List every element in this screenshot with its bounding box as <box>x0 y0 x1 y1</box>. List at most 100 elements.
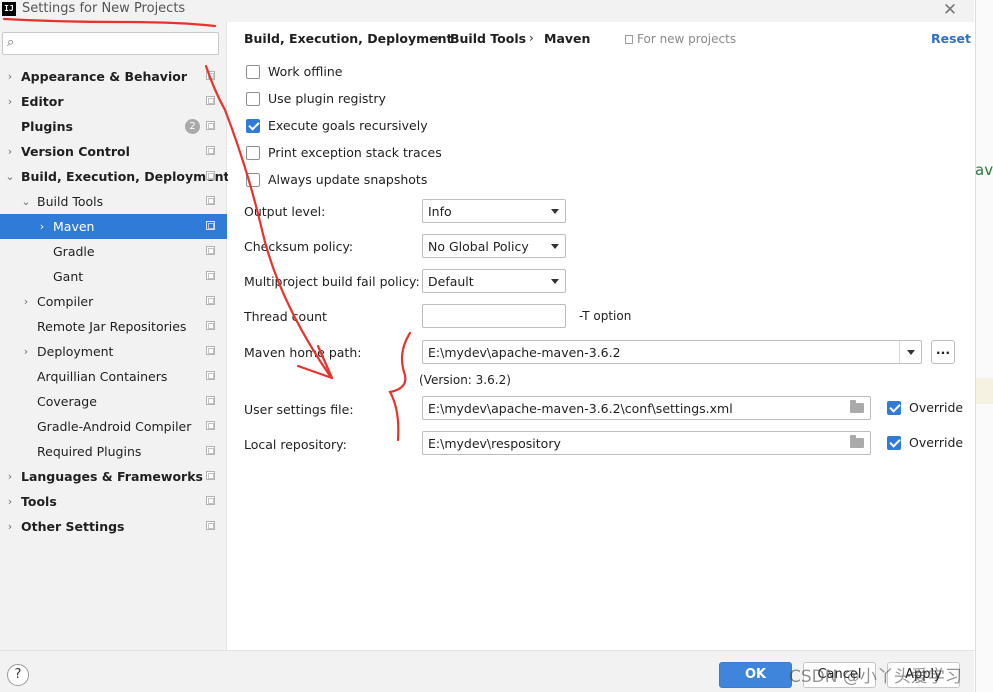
project-scope-icon <box>206 321 215 330</box>
output-level-label: Output level: <box>244 204 326 219</box>
tree-item-other-settings[interactable]: › Other Settings <box>0 514 227 539</box>
thread-count-hint: -T option <box>579 309 632 323</box>
local-repository-override-checkbox[interactable] <box>887 436 901 450</box>
tree-item-editor[interactable]: › Editor <box>0 89 227 114</box>
close-icon[interactable]: ✕ <box>940 0 960 20</box>
project-scope-icon <box>206 171 215 180</box>
chevron-right-icon[interactable]: › <box>4 489 16 514</box>
chevron-right-icon[interactable]: › <box>4 464 16 489</box>
tree-item-maven[interactable]: › Maven <box>0 214 227 239</box>
tree-item-tools[interactable]: › Tools <box>0 489 227 514</box>
output-level-select[interactable]: Info <box>422 199 566 223</box>
watermark: CSDN @小丫头爱学习 <box>789 667 962 687</box>
background-editor <box>975 0 993 692</box>
chevron-right-icon[interactable]: › <box>4 64 16 89</box>
maven-settings-panel: Build, Execution, Deployment › Build Too… <box>228 22 974 650</box>
project-scope-icon <box>206 396 215 405</box>
tree-item-label: Gradle-Android Compiler <box>37 419 192 434</box>
folder-icon[interactable] <box>850 435 864 448</box>
breadcrumb-separator: › <box>435 31 440 45</box>
background-highlight <box>976 378 993 404</box>
chevron-right-icon[interactable]: › <box>36 214 48 239</box>
tree-item-build-tools[interactable]: ⌄ Build Tools <box>0 189 227 214</box>
breadcrumb-build-execution-deployment[interactable]: Build, Execution, Deployment <box>244 31 452 46</box>
ok-button[interactable]: OK <box>719 662 792 688</box>
tree-item-gradle[interactable]: Gradle <box>0 239 227 264</box>
help-icon[interactable]: ? <box>7 664 29 686</box>
breadcrumb-build-tools[interactable]: Build Tools <box>450 31 526 46</box>
tree-item-label: Version Control <box>21 144 130 159</box>
chevron-down-icon[interactable]: ⌄ <box>20 189 32 214</box>
tree-item-compiler[interactable]: › Compiler <box>0 289 227 314</box>
dropdown-arrow-icon[interactable] <box>899 341 921 363</box>
tree-item-gant[interactable]: Gant <box>0 264 227 289</box>
chevron-down-icon[interactable]: ⌄ <box>4 164 16 189</box>
project-scope-icon <box>206 471 215 480</box>
chevron-right-icon[interactable]: › <box>20 339 32 364</box>
background-editor-text: av <box>975 161 993 179</box>
reset-link[interactable]: Reset <box>931 31 971 46</box>
tree-item-languages-frameworks[interactable]: › Languages & Frameworks <box>0 464 227 489</box>
thread-count-input[interactable] <box>422 304 566 328</box>
chevron-right-icon[interactable]: › <box>20 289 32 314</box>
scope-text: For new projects <box>637 32 737 46</box>
tree-item-version-control[interactable]: › Version Control <box>0 139 227 164</box>
tree-item-coverage[interactable]: Coverage <box>0 389 227 414</box>
chevron-right-icon[interactable]: › <box>4 514 16 539</box>
tree-item-label: Gradle <box>53 244 95 259</box>
tree-item-appearance-behavior[interactable]: › Appearance & Behavior <box>0 64 227 89</box>
settings-tree: › Appearance & Behavior › Editor Plugins… <box>0 64 229 539</box>
chevron-right-icon[interactable]: › <box>4 139 16 164</box>
folder-icon[interactable] <box>850 400 864 413</box>
tree-item-label: Compiler <box>37 294 94 309</box>
fail-policy-select[interactable]: Default <box>422 269 566 293</box>
maven-home-browse-button[interactable]: ... <box>931 340 955 364</box>
local-repository-input[interactable]: E:\mydev\respository <box>422 431 871 455</box>
tree-item-label: Tools <box>21 494 57 509</box>
checksum-policy-label: Checksum policy: <box>244 239 354 254</box>
chevron-right-icon[interactable]: › <box>4 89 16 114</box>
tree-item-label: Languages & Frameworks <box>21 469 203 484</box>
work-offline-label: Work offline <box>268 64 343 79</box>
always-update-snapshots-label: Always update snapshots <box>268 172 428 187</box>
user-settings-value: E:\mydev\apache-maven-3.6.2\conf\setting… <box>428 401 733 416</box>
tree-item-label: Coverage <box>37 394 97 409</box>
tree-item-label: Gant <box>53 269 84 284</box>
user-settings-override-checkbox[interactable] <box>887 401 901 415</box>
checksum-policy-select[interactable]: No Global Policy <box>422 234 566 258</box>
always-update-snapshots-checkbox[interactable] <box>246 173 260 187</box>
tree-item-label: Appearance & Behavior <box>21 69 187 84</box>
project-scope-icon <box>206 496 215 505</box>
work-offline-checkbox[interactable] <box>246 65 260 79</box>
tree-item-build-execution-deployment[interactable]: ⌄ Build, Execution, Deployment <box>0 164 229 189</box>
project-scope-icon <box>206 196 215 205</box>
user-settings-override-label: Override <box>909 400 964 415</box>
maven-version-text: (Version: 3.6.2) <box>419 373 511 387</box>
tree-item-plugins[interactable]: Plugins 2 <box>0 114 227 139</box>
project-scope-icon <box>206 146 215 155</box>
tree-item-deployment[interactable]: › Deployment <box>0 339 227 364</box>
tree-item-remote-jar-repositories[interactable]: Remote Jar Repositories <box>0 314 227 339</box>
tree-item-label: Remote Jar Repositories <box>37 319 187 334</box>
search-box[interactable]: ⌕ <box>2 32 219 55</box>
breadcrumb-separator: › <box>529 31 534 45</box>
search-input[interactable] <box>25 35 215 52</box>
project-scope-icon <box>206 246 215 255</box>
scope-label: For new projects <box>625 32 736 46</box>
project-scope-icon <box>206 346 215 355</box>
tree-item-required-plugins[interactable]: Required Plugins <box>0 439 227 464</box>
intellij-app-icon: IJ <box>2 2 16 16</box>
project-scope-icon <box>206 271 215 280</box>
tree-item-arquillian-containers[interactable]: Arquillian Containers <box>0 364 227 389</box>
execute-goals-recursively-checkbox[interactable] <box>246 119 260 133</box>
use-plugin-registry-checkbox[interactable] <box>246 92 260 106</box>
project-scope-icon <box>206 421 215 430</box>
search-icon: ⌕ <box>7 35 15 50</box>
maven-home-combo[interactable]: E:\mydev\apache-maven-3.6.2 <box>422 340 922 364</box>
tree-item-label: Build Tools <box>37 194 104 209</box>
tree-item-gradle-android-compiler[interactable]: Gradle-Android Compiler <box>0 414 227 439</box>
user-settings-input[interactable]: E:\mydev\apache-maven-3.6.2\conf\setting… <box>422 396 871 420</box>
print-exception-stack-traces-checkbox[interactable] <box>246 146 260 160</box>
title-bar: IJ Settings for New Projects ✕ <box>0 0 974 22</box>
project-scope-icon <box>206 71 215 80</box>
